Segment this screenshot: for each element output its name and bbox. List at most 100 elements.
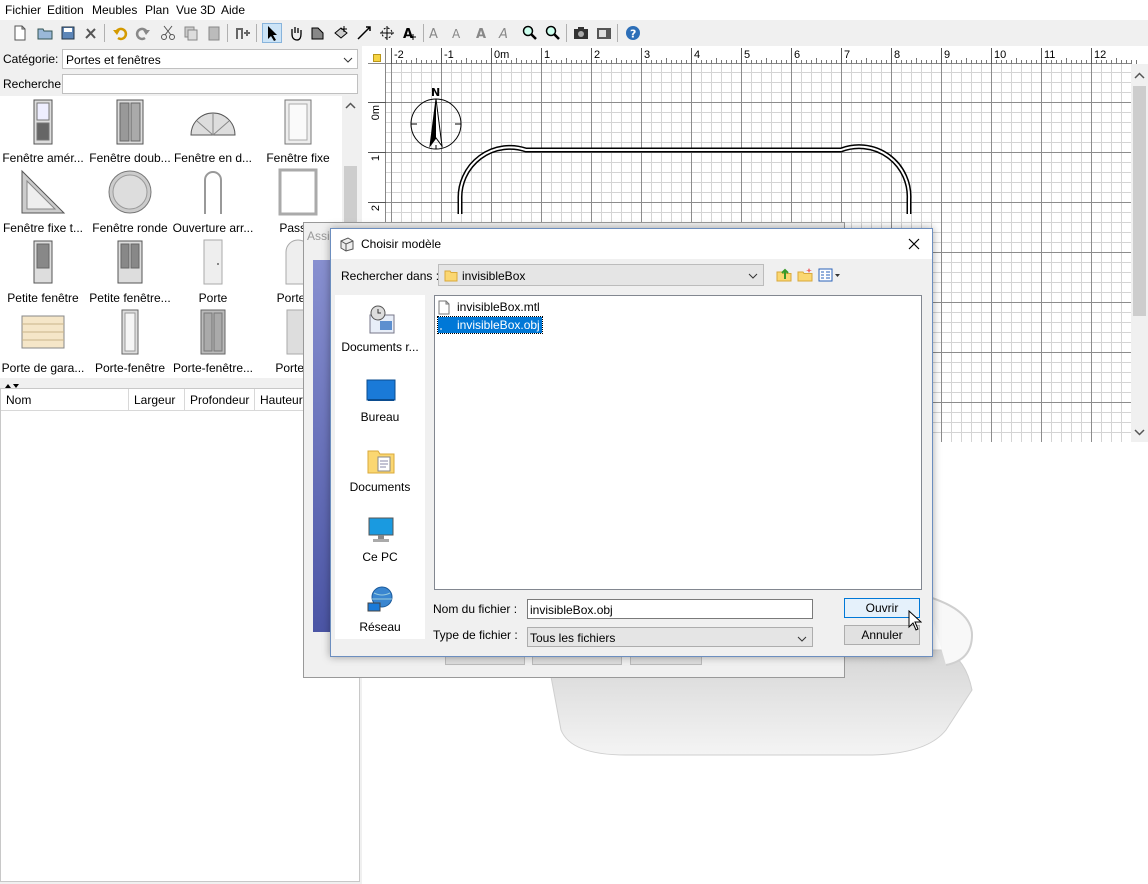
computer-icon bbox=[366, 515, 396, 545]
column-header-nom[interactable]: Nom bbox=[1, 389, 129, 411]
filetype-select[interactable]: Tous les fichiers bbox=[527, 627, 813, 647]
ruler-tick bbox=[591, 48, 592, 64]
category-select[interactable]: Portes et fenêtres bbox=[62, 49, 358, 69]
scrollbar-thumb[interactable] bbox=[1133, 86, 1146, 316]
menu-plan[interactable]: Plan bbox=[145, 3, 169, 17]
create-video-icon[interactable] bbox=[594, 23, 614, 43]
look-in-select[interactable]: invisibleBox bbox=[438, 264, 764, 286]
lock-icon[interactable] bbox=[373, 54, 381, 62]
catalog-item[interactable]: Porte-fenêtre bbox=[87, 306, 173, 376]
catalog-item[interactable]: Porte-fenêtre... bbox=[170, 306, 256, 376]
place-documents[interactable]: Documents bbox=[335, 443, 425, 509]
ruler-tick bbox=[991, 48, 992, 64]
new-file-icon[interactable] bbox=[10, 23, 30, 43]
new-folder-button[interactable] bbox=[797, 267, 813, 283]
chevron-down-icon[interactable] bbox=[1134, 428, 1145, 436]
create-walls-icon[interactable] bbox=[308, 23, 328, 43]
open-folder-icon[interactable] bbox=[35, 23, 55, 43]
paste-icon[interactable] bbox=[204, 23, 224, 43]
up-folder-button[interactable] bbox=[776, 267, 792, 283]
ruler-label: 0m bbox=[494, 49, 510, 61]
catalog-item[interactable]: Fenêtre fixe t... bbox=[0, 166, 86, 236]
catalog-item[interactable]: Fenêtre ronde bbox=[87, 166, 173, 236]
menu-bar: Fichier Edition Meubles Plan Vue 3D Aide bbox=[0, 0, 1148, 19]
place-network[interactable]: Réseau bbox=[335, 583, 425, 649]
window-triangle-icon bbox=[18, 168, 68, 216]
text-style-3-icon[interactable]: A bbox=[472, 23, 492, 43]
save-icon[interactable] bbox=[58, 23, 78, 43]
svg-text:A: A bbox=[476, 27, 486, 41]
create-rooms-icon[interactable] bbox=[331, 23, 351, 43]
menu-fichier[interactable]: Fichier bbox=[5, 3, 41, 17]
ruler-label: 10 bbox=[994, 49, 1007, 61]
text-style-4-icon[interactable]: A bbox=[495, 23, 515, 43]
preferences-icon[interactable] bbox=[81, 23, 101, 43]
door-icon bbox=[188, 238, 238, 286]
menu-vue3d[interactable]: Vue 3D bbox=[176, 3, 216, 17]
ruler-tick bbox=[368, 152, 386, 153]
file-icon bbox=[438, 318, 450, 332]
zoom-in-icon[interactable] bbox=[520, 23, 540, 43]
scrollbar-thumb[interactable] bbox=[344, 166, 357, 226]
catalog-item[interactable]: Fenêtre fixe bbox=[255, 96, 341, 166]
redo-icon[interactable] bbox=[133, 23, 153, 43]
catalog-item[interactable]: Porte de gara... bbox=[0, 306, 86, 376]
place-this-pc[interactable]: Ce PC bbox=[335, 513, 425, 579]
chevron-up-icon[interactable] bbox=[345, 102, 356, 110]
file-item-selected[interactable]: invisibleBox.obj bbox=[437, 316, 543, 334]
text-style-1-icon[interactable]: A bbox=[425, 23, 445, 43]
compass-icon[interactable]: N bbox=[408, 88, 466, 152]
small-window-icon bbox=[18, 238, 68, 286]
catalog-item[interactable]: Fenêtre amér... bbox=[0, 96, 86, 166]
zoom-out-icon[interactable] bbox=[543, 23, 563, 43]
catalog-item[interactable]: Fenêtre en d... bbox=[170, 96, 256, 166]
add-text-icon[interactable]: A bbox=[400, 23, 420, 43]
catalog-item[interactable]: Petite fenêtre bbox=[0, 236, 86, 306]
create-photo-icon[interactable] bbox=[571, 23, 591, 43]
ruler-tick bbox=[841, 48, 842, 64]
plan-scrollbar[interactable] bbox=[1131, 64, 1148, 442]
ruler-label: 4 bbox=[694, 49, 701, 61]
view-menu-button[interactable] bbox=[818, 267, 842, 283]
catalog-item[interactable]: Petite fenêtre... bbox=[87, 236, 173, 306]
category-value: Portes et fenêtres bbox=[66, 53, 161, 67]
column-header-profondeur[interactable]: Profondeur bbox=[185, 389, 255, 411]
select-arrow-icon[interactable] bbox=[262, 23, 282, 43]
search-input[interactable] bbox=[62, 74, 358, 94]
filename-input[interactable]: invisibleBox.obj bbox=[527, 599, 813, 619]
ruler-label: 2 bbox=[594, 49, 601, 61]
ruler-tick bbox=[741, 48, 742, 64]
column-header-largeur[interactable]: Largeur bbox=[129, 389, 185, 411]
file-item[interactable]: invisibleBox.mtl bbox=[438, 299, 542, 315]
places-bar: Documents r... Bureau Documents Ce PC Ré… bbox=[335, 295, 425, 639]
ruler-label: 11 bbox=[1044, 49, 1056, 61]
ruler-label: 5 bbox=[744, 49, 751, 61]
create-labels-icon[interactable] bbox=[377, 23, 397, 43]
svg-text:A: A bbox=[498, 27, 508, 41]
network-icon bbox=[366, 585, 396, 615]
create-dimensions-icon[interactable] bbox=[354, 23, 374, 43]
catalog-item[interactable]: Fenêtre doub... bbox=[87, 96, 173, 166]
ruler-tick bbox=[1091, 48, 1092, 64]
place-recent[interactable]: Documents r... bbox=[335, 303, 425, 369]
menu-aide[interactable]: Aide bbox=[221, 3, 245, 17]
splitter-arrows-icon[interactable] bbox=[4, 378, 24, 388]
copy-icon[interactable] bbox=[181, 23, 201, 43]
window-american-icon bbox=[18, 98, 68, 146]
dialog-title-bar[interactable]: Choisir modèle bbox=[331, 229, 932, 259]
help-icon[interactable]: ? bbox=[623, 23, 643, 43]
pan-hand-icon[interactable] bbox=[286, 23, 306, 43]
cut-icon[interactable] bbox=[158, 23, 178, 43]
ruler-label: 12 bbox=[1094, 49, 1107, 61]
catalog-item[interactable]: Porte bbox=[170, 236, 256, 306]
add-furniture-icon[interactable] bbox=[233, 23, 253, 43]
place-desktop[interactable]: Bureau bbox=[335, 373, 425, 439]
chevron-up-icon[interactable] bbox=[1134, 72, 1145, 80]
undo-icon[interactable] bbox=[110, 23, 130, 43]
catalog-item[interactable]: Ouverture arr... bbox=[170, 166, 256, 236]
menu-edition[interactable]: Edition bbox=[47, 3, 84, 17]
text-style-2-icon[interactable]: A bbox=[448, 23, 468, 43]
close-button[interactable] bbox=[897, 231, 931, 257]
menu-meubles[interactable]: Meubles bbox=[92, 3, 137, 17]
ruler-tick bbox=[691, 48, 692, 64]
